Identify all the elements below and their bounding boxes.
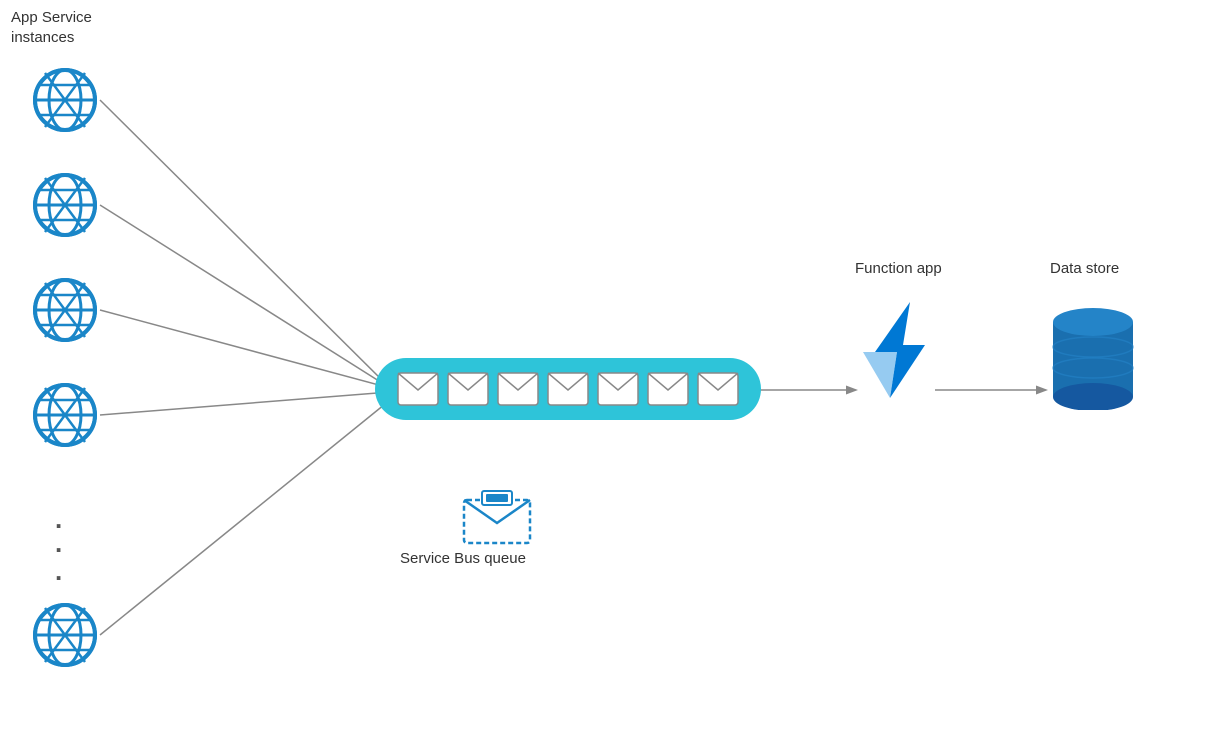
data-store-icon bbox=[1048, 300, 1138, 415]
service-bus-queue-pill bbox=[375, 358, 761, 420]
service-bus-icon bbox=[462, 490, 532, 550]
app-instance-3 bbox=[30, 275, 100, 350]
app-instance-2 bbox=[30, 170, 100, 245]
dots-label-3: . bbox=[55, 556, 62, 587]
dots-label-2: . bbox=[55, 528, 62, 559]
service-bus-queue-label: Service Bus queue bbox=[400, 548, 526, 571]
function-app-label: Function app bbox=[855, 258, 942, 281]
app-service-label: App Service instances bbox=[11, 8, 92, 47]
app-instance-5 bbox=[30, 600, 100, 675]
app-instance-4 bbox=[30, 380, 100, 455]
diagram-container: App Service instances bbox=[0, 0, 1216, 745]
app-instance-1 bbox=[30, 65, 100, 140]
data-store-label: Data store bbox=[1050, 258, 1119, 281]
function-app-icon bbox=[855, 300, 945, 405]
